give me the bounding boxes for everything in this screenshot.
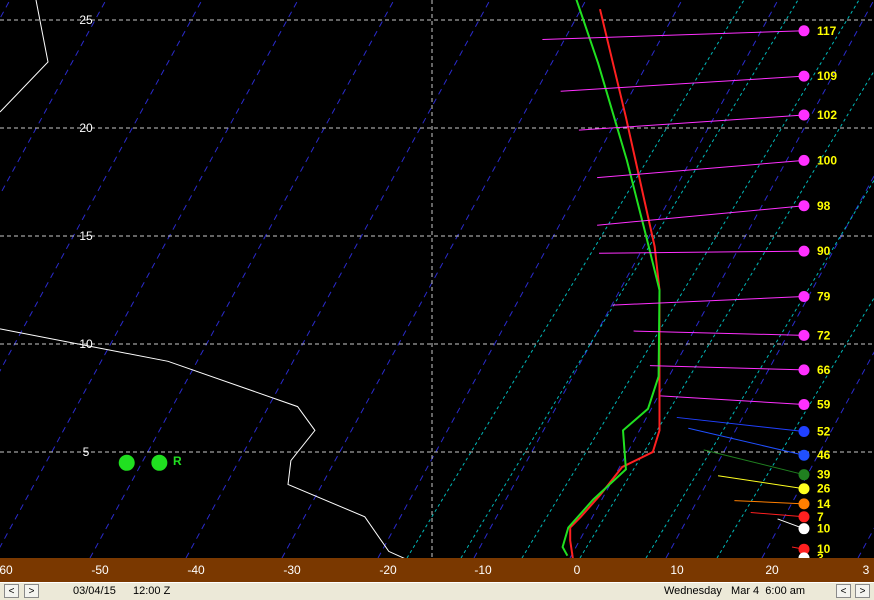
wind-dot <box>798 398 810 410</box>
wind-speed-label: 66 <box>817 363 831 377</box>
wind-barb <box>597 205 805 226</box>
wind-speed-label: 3 <box>817 551 824 558</box>
wind-barb <box>734 500 805 505</box>
marker-dot <box>118 454 135 471</box>
x-tick-label: 10 <box>670 563 684 577</box>
isotherm-line <box>0 0 299 549</box>
wind-speed-label: 26 <box>817 482 831 496</box>
status-date: 03/04/15 <box>73 585 116 597</box>
wind-barb <box>660 395 805 405</box>
wind-dot <box>798 25 810 37</box>
wind-dot <box>798 364 810 376</box>
wind-speed-label: 14 <box>817 497 831 511</box>
marker-dot <box>151 454 168 471</box>
x-tick-label: -30 <box>283 563 301 577</box>
wind-dot <box>798 425 810 437</box>
height-tick-label: 20 <box>79 121 93 135</box>
mixing-ratio-line <box>460 0 799 558</box>
wind-dot <box>798 483 810 495</box>
wind-dot <box>798 523 810 535</box>
wind-speed-label: 102 <box>817 108 837 122</box>
wind-dot <box>798 511 810 523</box>
x-tick-label: -20 <box>379 563 397 577</box>
isotherm-line <box>89 0 395 558</box>
wind-speed-label: 90 <box>817 244 831 258</box>
wind-dot <box>798 200 810 212</box>
status-valid-time: Wednesday Mar 4 6:00 am <box>664 585 806 597</box>
status-bar: < > 03/04/15 12:00 Z Wednesday Mar 4 6:0… <box>0 582 874 600</box>
wind-barb <box>718 475 805 490</box>
x-axis-strip: 60 -50 -40 -30 -20 -10 0 10 20 3 <box>0 558 874 582</box>
x-tick-label: -10 <box>474 563 492 577</box>
isotherm-line <box>185 0 491 558</box>
env-line <box>0 328 405 558</box>
wind-barb <box>688 427 805 456</box>
next-button-right[interactable]: > <box>855 584 870 598</box>
wind-barb <box>542 30 805 40</box>
isotherm-line <box>0 0 11 20</box>
upper-env-line <box>0 0 49 113</box>
wind-speed-label: 109 <box>817 69 837 83</box>
status-time: 12:00 Z <box>133 585 171 597</box>
temperature-line <box>569 8 661 558</box>
isotherm-line <box>377 0 683 558</box>
wind-dot <box>798 290 810 302</box>
wind-speed-label: 100 <box>817 153 837 167</box>
skewt-plot: 25 20 15 10 5 117 109 102 100 98 90 79 72 66 59 52 46 392… <box>0 0 874 558</box>
wind-speed-label: 46 <box>817 448 831 462</box>
x-tick-label: 20 <box>765 563 779 577</box>
mixing-ratio-line <box>716 297 874 558</box>
x-tick-label: 0 <box>573 563 581 577</box>
isotherm-line <box>665 175 874 558</box>
wind-barb <box>676 416 805 432</box>
wind-dot <box>798 498 810 510</box>
wind-dot <box>798 245 810 257</box>
height-tick-label: 5 <box>83 445 90 459</box>
wind-dot <box>798 449 810 461</box>
wind-speed-label: 52 <box>817 424 831 438</box>
marker-label: R <box>173 454 182 468</box>
wind-dot <box>798 329 810 341</box>
wind-barb <box>649 365 805 371</box>
x-tick-label: 3 <box>862 563 870 577</box>
wind-speed-label: 72 <box>817 328 831 342</box>
wind-speed-label: 10 <box>817 522 831 536</box>
isotherm-line <box>473 0 779 558</box>
next-button-left[interactable]: > <box>24 584 39 598</box>
wind-speed-label: 117 <box>817 24 837 38</box>
wind-barb <box>599 250 805 254</box>
wind-barb <box>750 511 805 518</box>
isotherm-line <box>0 0 107 196</box>
wind-speed-label: 79 <box>817 289 831 303</box>
dewpoint-line <box>561 0 661 557</box>
wind-barb <box>560 75 805 92</box>
wind-dot <box>798 469 810 481</box>
x-tick-label: -50 <box>91 563 109 577</box>
prev-button-right[interactable]: < <box>836 584 851 598</box>
wind-barb <box>703 449 805 476</box>
wind-dot <box>798 70 810 82</box>
wind-dot <box>798 154 810 166</box>
wind-dot <box>798 109 810 121</box>
isotherm-line <box>281 0 587 558</box>
x-tick-label: -40 <box>187 563 205 577</box>
height-tick-label: 15 <box>79 229 93 243</box>
x-tick-label: 60 <box>0 563 13 577</box>
height-tick-label: 25 <box>79 13 93 27</box>
isotherm-line <box>0 0 203 372</box>
wind-speed-label: 59 <box>817 397 831 411</box>
wind-speed-label: 39 <box>817 468 831 482</box>
wind-speed-label: 98 <box>817 199 831 213</box>
mixing-ratio-line <box>406 0 745 558</box>
prev-button-left[interactable]: < <box>4 584 19 598</box>
height-tick-label: 10 <box>79 337 93 351</box>
